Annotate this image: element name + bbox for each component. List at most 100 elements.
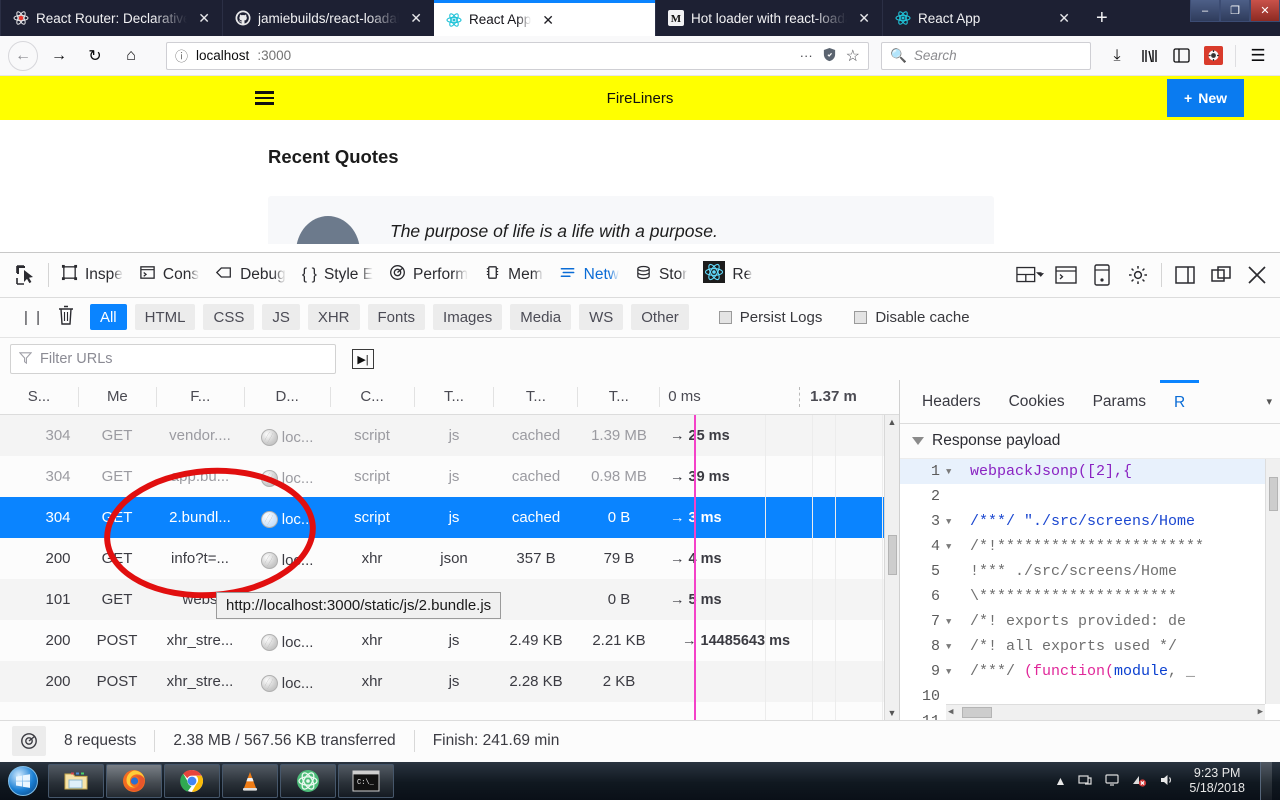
dock-window-icon[interactable] — [1204, 259, 1238, 291]
filter-fonts[interactable]: Fonts — [367, 304, 426, 331]
pause-requests-button[interactable]: | | — [14, 309, 42, 326]
show-desktop-button[interactable] — [1260, 762, 1272, 800]
browser-tab-3-active[interactable]: React App ✕ — [434, 0, 655, 36]
site-info-icon[interactable]: ⓘ — [175, 46, 188, 65]
col-domain[interactable]: D... — [243, 387, 330, 408]
col-cause[interactable]: C... — [329, 387, 414, 408]
search-bar[interactable]: 🔍 Search — [881, 41, 1091, 70]
fold-arrow-icon[interactable]: ▼ — [946, 467, 960, 477]
address-bar[interactable]: ⓘ localhost:3000 ··· ☆ — [166, 41, 869, 70]
reload-button[interactable]: ↻ — [80, 41, 110, 71]
downloads-icon[interactable]: ⤓ — [1103, 41, 1131, 71]
dock-side-icon[interactable] — [1168, 259, 1202, 291]
network-devices-icon[interactable] — [1077, 772, 1093, 791]
page-actions-icon[interactable]: ··· — [800, 48, 813, 63]
taskbar-file-explorer[interactable] — [48, 764, 104, 798]
tab-network[interactable]: Netw — [551, 257, 627, 293]
minimize-button[interactable]: – — [1190, 0, 1220, 22]
filter-images[interactable]: Images — [433, 304, 503, 331]
forward-button[interactable]: → — [44, 41, 74, 71]
bookmark-star-icon[interactable]: ☆ — [846, 46, 860, 66]
tab-close-icon[interactable]: ✕ — [854, 11, 874, 25]
home-button[interactable]: ⌂ — [116, 41, 146, 71]
tab-response[interactable]: R — [1160, 379, 1200, 423]
new-quote-button[interactable]: + New — [1167, 79, 1244, 117]
scroll-right-arrow[interactable]: ▶ — [1258, 707, 1263, 717]
scrollbar-thumb[interactable] — [962, 706, 992, 718]
tab-headers[interactable]: Headers — [908, 380, 995, 423]
browser-tab-2[interactable]: jamiebuilds/react-loadable: A ✕ — [222, 0, 434, 36]
filter-html[interactable]: HTML — [134, 304, 196, 331]
tab-inspector[interactable]: Inspe — [53, 257, 131, 293]
tab-debugger[interactable]: Debug — [207, 257, 294, 293]
sidebar-icon[interactable] — [1167, 41, 1195, 71]
network-list-scrollbar[interactable]: ▲ ▼ — [884, 415, 899, 720]
scroll-down-arrow[interactable]: ▼ — [888, 708, 897, 718]
close-devtools-icon[interactable] — [1240, 259, 1274, 291]
col-transferred[interactable]: T... — [493, 387, 577, 408]
settings-gear-icon[interactable] — [1121, 259, 1155, 291]
filter-other[interactable]: Other — [631, 304, 689, 331]
filter-all[interactable]: All — [89, 304, 127, 331]
windows-start-orb[interactable] — [0, 763, 46, 799]
play-button-icon[interactable]: ▶| — [352, 349, 374, 370]
scrollbar-thumb[interactable] — [887, 535, 897, 576]
code-vertical-scrollbar[interactable] — [1265, 459, 1280, 704]
library-icon[interactable] — [1135, 41, 1163, 71]
code-horizontal-scrollbar[interactable]: ◀ ▶ — [946, 703, 1265, 720]
taskbar-atom[interactable] — [280, 764, 336, 798]
fold-arrow-icon[interactable]: ▼ — [946, 542, 960, 552]
layout-select-icon[interactable] — [1013, 259, 1047, 291]
taskbar-firefox[interactable] — [106, 764, 162, 798]
tab-style-editor[interactable]: { } Style E — [294, 257, 381, 293]
col-type[interactable]: T... — [413, 387, 494, 408]
col-method[interactable]: Me — [77, 387, 156, 408]
browser-tab-5[interactable]: React App ✕ — [882, 0, 1082, 36]
taskbar-chrome[interactable] — [164, 764, 220, 798]
extension-icon[interactable] — [1199, 41, 1227, 71]
show-hidden-icons-arrow[interactable]: ▲ — [1055, 774, 1067, 788]
responsive-mode-icon[interactable] — [1085, 259, 1119, 291]
filter-ws[interactable]: WS — [579, 304, 624, 331]
filter-urls-input[interactable]: Filter URLs — [10, 344, 336, 375]
col-status[interactable]: S... — [0, 387, 78, 407]
volume-icon[interactable] — [1158, 772, 1174, 791]
chevron-down-icon[interactable]: ▾ — [1258, 395, 1280, 408]
filter-css[interactable]: CSS — [203, 304, 255, 331]
fold-arrow-icon[interactable]: ▼ — [946, 642, 960, 652]
close-window-button[interactable]: ✕ — [1250, 0, 1280, 22]
trash-icon[interactable] — [50, 304, 82, 330]
taskbar-vlc[interactable] — [222, 764, 278, 798]
app-menu-icon[interactable]: ☰ — [1244, 41, 1272, 71]
taskbar-command-prompt[interactable]: C:\_ — [338, 764, 394, 798]
response-payload-section[interactable]: Response payload — [900, 424, 1280, 460]
tab-close-icon[interactable]: ✕ — [194, 11, 214, 25]
quote-card[interactable]: The purpose of life is a life with a pur… — [268, 196, 994, 244]
tab-react-devtools[interactable]: Re — [695, 257, 760, 293]
scrollbar-thumb[interactable] — [1269, 477, 1278, 512]
network-error-icon[interactable] — [1131, 772, 1147, 791]
tab-console[interactable]: Cons — [131, 257, 207, 293]
element-picker-icon[interactable] — [8, 260, 44, 290]
response-code-viewer[interactable]: 1 ▼ webpackJsonp([2],{ 2 3 ▼ /***/ "./sr… — [900, 459, 1280, 720]
filter-xhr[interactable]: XHR — [307, 304, 360, 331]
new-tab-button[interactable]: + — [1082, 0, 1122, 36]
shield-icon[interactable] — [822, 47, 837, 65]
persist-logs-checkbox[interactable]: Persist Logs — [718, 309, 822, 326]
throttling-icon[interactable] — [12, 726, 46, 757]
tab-performance[interactable]: Perform — [381, 257, 476, 293]
fold-arrow-icon[interactable]: ▼ — [946, 517, 960, 527]
col-file[interactable]: F... — [155, 387, 244, 408]
taskbar-clock[interactable]: 9:23 PM 5/18/2018 — [1185, 766, 1249, 796]
back-button[interactable]: ← — [8, 40, 38, 71]
filter-js[interactable]: JS — [262, 304, 300, 331]
browser-tab-1[interactable]: React Router: Declarative Rout ✕ — [0, 0, 222, 36]
scroll-left-arrow[interactable]: ◀ — [948, 707, 953, 717]
tab-params[interactable]: Params — [1079, 380, 1160, 423]
tab-memory[interactable]: Mem — [476, 257, 550, 293]
disable-cache-checkbox[interactable]: Disable cache — [854, 309, 970, 326]
tab-cookies[interactable]: Cookies — [995, 380, 1079, 423]
tab-close-icon[interactable]: ✕ — [538, 13, 558, 27]
display-icon[interactable] — [1104, 772, 1120, 791]
tab-close-icon[interactable]: ✕ — [406, 11, 426, 25]
